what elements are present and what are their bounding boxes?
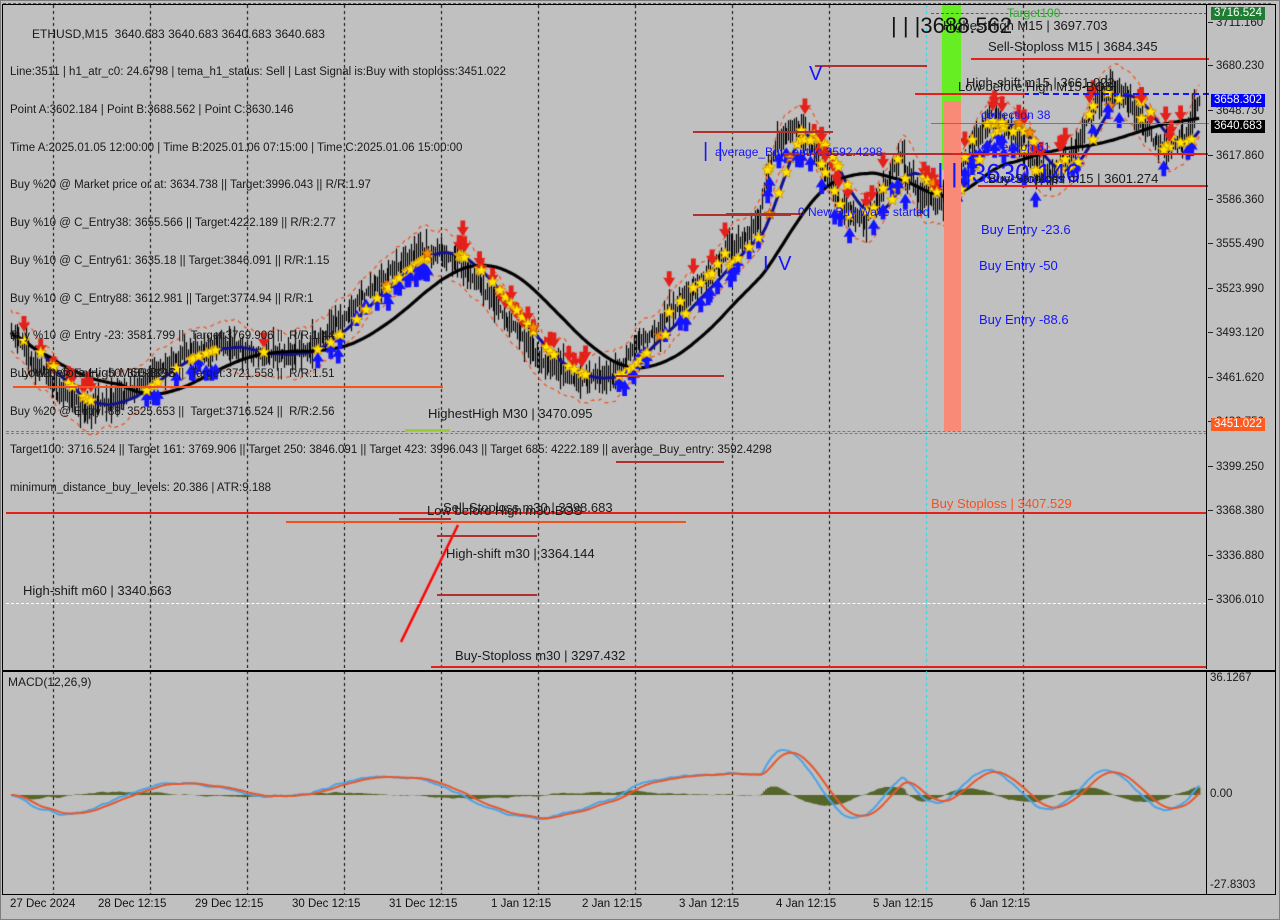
- level-line-v-top-line[interactable]: [815, 65, 927, 67]
- time-tick: 6 Jan 12:15: [970, 898, 1031, 910]
- level-line-sell-stoploss-m30-line[interactable]: [286, 521, 686, 523]
- price-tick: 3493.120: [1208, 327, 1264, 339]
- mt4-chart-window: ETHUSD,M15 3640.683 3640.683 3640.683 36…: [0, 0, 1280, 920]
- macd-series-canvas: [3, 671, 1207, 894]
- price-tick: 3306.010: [1208, 594, 1264, 606]
- info-line-6: Buy %10 @ C_Entry88: 3612.981 || Target:…: [10, 292, 314, 305]
- price-tick: 3461.620: [1208, 372, 1264, 384]
- level-line-correction61-line[interactable]: [908, 153, 1208, 155]
- time-tick: 1 Jan 12:15: [491, 898, 552, 910]
- chart-label-wave-v: V: [809, 63, 825, 85]
- macd-scale-divider: [1206, 671, 1207, 894]
- time-tick: 29 Dec 12:15: [195, 898, 264, 910]
- time-tick: 28 Dec 12:15: [98, 898, 167, 910]
- price-tick: 3680.230: [1208, 60, 1264, 72]
- price-badge: 3716.524: [1211, 7, 1265, 20]
- chart-label-high-shift-m30: High-shift m30 | 3364.144: [446, 546, 595, 561]
- macd-indicator-title: MACD(12,26,9): [8, 675, 92, 689]
- macd-tick: -27.8303: [1210, 879, 1256, 891]
- chart-label-low-before-high-m60: Low before High M60-BOS: [21, 365, 177, 380]
- price-tick: 3523.990: [1208, 283, 1264, 295]
- chart-label-buy-entry-886: Buy Entry -88.6: [979, 312, 1069, 327]
- time-tick: 5 Jan 12:15: [873, 898, 934, 910]
- level-line-mid-red-1[interactable]: [616, 375, 724, 377]
- price-tick: 3336.880: [1208, 550, 1264, 562]
- chart-label-buy-stoploss-m30: Buy-Stoploss m30 | 3297.432: [455, 648, 626, 663]
- time-tick: 31 Dec 12:15: [389, 898, 458, 910]
- price-tick: 3586.360: [1208, 194, 1264, 206]
- price-badge: 3640.683: [1211, 120, 1265, 133]
- level-line-mid-red-2[interactable]: [616, 461, 724, 463]
- macd-tick: 0.00: [1210, 788, 1233, 800]
- signal-vertical-band: [944, 101, 961, 431]
- price-tick: 3617.860: [1208, 150, 1264, 162]
- chart-label-highest-high-m15: HighestHigh M15 | 3697.703: [943, 18, 1108, 33]
- chart-label-new-buy-wave: 0 New Buy Wave started: [798, 205, 930, 219]
- level-line-high-shift-m30-line[interactable]: [437, 535, 537, 537]
- level-line-wave-low-line[interactable]: [693, 214, 791, 216]
- chart-label-buy-stoploss-m15: Buy-Stoploss m15 | 3601.274: [988, 171, 1159, 186]
- time-tick: 3 Jan 12:15: [679, 898, 740, 910]
- info-line-11: minimum_distance_buy_levels: 20.386 | AT…: [10, 481, 272, 494]
- chart-label-high-shift-m60: High-shift m60 | 3340.663: [23, 583, 172, 598]
- chart-label-correction-61: correction 61: [981, 140, 1051, 154]
- chart-label-average-buy-entry: average_Buy_entry: 3592.4298: [715, 145, 883, 159]
- chart-label-correction-38: correction 38: [981, 108, 1051, 122]
- chart-label-low-before-high-m30: Low before High m30-BOS: [427, 503, 583, 518]
- chart-label-buy-entry-236: Buy Entry -23.6: [981, 222, 1071, 237]
- price-badge: 3658.302: [1211, 94, 1265, 107]
- chart-label-wave-iv: I V: [763, 253, 794, 275]
- level-line-stoploss-3451-dash[interactable]: [6, 433, 1207, 434]
- chart-label-low-before-high-m15: Low before High M15-BOS: [958, 79, 1114, 94]
- price-scale-divider: [1206, 5, 1207, 669]
- info-line-7: Buy %10 @ Entry -23: 3581.799 || Target:…: [10, 330, 335, 343]
- price-tick: 3555.490: [1208, 238, 1264, 250]
- price-badge: 3451.022: [1211, 418, 1265, 431]
- level-line-supp-red-1[interactable]: [437, 594, 537, 596]
- chart-label-buy-stoploss-main: Buy Stoploss | 3407.529: [931, 496, 1072, 511]
- price-tick: 3399.250: [1208, 461, 1264, 473]
- level-line-lowbefore-m30-line[interactable]: [399, 518, 451, 520]
- time-tick: 27 Dec 2024: [10, 898, 76, 910]
- info-line-9: Buy %20 @ Entry -88: 3525.653 || Target:…: [10, 406, 335, 418]
- time-tick: 30 Dec 12:15: [292, 898, 361, 910]
- chart-label-sell-stoploss-m15: Sell-Stoploss M15 | 3684.345: [988, 39, 1158, 54]
- chart-label-buy-entry-50: Buy Entry -50: [979, 258, 1058, 273]
- level-line-highesthigh-m30-line[interactable]: [405, 429, 450, 432]
- info-line-10: Target100: 3716.524 || Target 161: 3769.…: [10, 443, 772, 456]
- time-scale[interactable]: 27 Dec 2024 28 Dec 12:15 29 Dec 12:15 30 De…: [2, 896, 1276, 918]
- time-tick: 4 Jan 12:15: [776, 898, 837, 910]
- price-tick: 3368.380: [1208, 505, 1264, 517]
- macd-tick: 36.1267: [1210, 672, 1252, 684]
- level-line-correction38-line[interactable]: [931, 123, 1209, 124]
- level-line-wave-mid-line[interactable]: [693, 131, 833, 133]
- price-scale[interactable]: 3711.160 3680.230 3648.730 3617.860 3586.360…: [1208, 5, 1278, 669]
- level-line-lowbefore-m60-line[interactable]: [13, 386, 443, 388]
- macd-plot[interactable]: [3, 671, 1207, 894]
- level-line-sell-stoploss-m15-line[interactable]: [971, 58, 1209, 60]
- level-line-buy-stoploss-m30-line[interactable]: [431, 666, 1207, 668]
- chart-label-highest-high-m30: HighestHigh M30 | 3470.095: [428, 406, 593, 421]
- level-line-highesthigh-m30-dash[interactable]: [6, 431, 1206, 432]
- time-tick: 2 Jan 12:15: [582, 898, 643, 910]
- level-line-high-shift-m60-line[interactable]: [6, 603, 1206, 604]
